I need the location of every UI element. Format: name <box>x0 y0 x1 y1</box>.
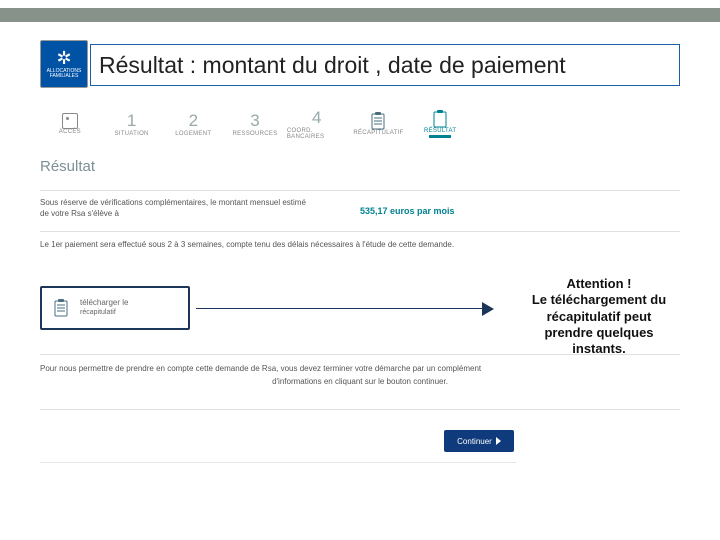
caf-logo: ✲ ALLOCATIONS FAMILIALES <box>40 40 88 88</box>
attention-line: Attention ! <box>506 276 692 292</box>
attention-line: prendre quelques <box>506 325 692 341</box>
callout-arrow-line <box>196 308 484 309</box>
result-row-payment-delay: Le 1er paiement sera effectué sous 2 à 3… <box>40 236 680 253</box>
step-number: 1 <box>127 111 136 131</box>
step-3: 3 RESSOURCES <box>225 102 285 146</box>
download-recap-button[interactable]: télécharger le récapitulatif <box>40 286 190 330</box>
callout-arrow-head-icon <box>482 302 494 316</box>
logo-emblem-icon: ✲ <box>56 49 71 67</box>
continue-instruction-block: Pour nous permettre de prendre en compte… <box>40 354 680 410</box>
step-2: 2 LOGEMENT <box>163 102 223 146</box>
step-number: 4 <box>312 108 321 128</box>
page-title: Résultat : montant du droit , date de pa… <box>99 52 566 79</box>
step-label: ACCÈS <box>59 129 81 135</box>
step-recap: RÉCAPITULATIF <box>349 102 409 146</box>
step-number: 3 <box>250 111 259 131</box>
step-label: RÉCAPITULATIF <box>353 130 403 136</box>
active-step-underline <box>429 135 451 138</box>
download-label: télécharger le récapitulatif <box>80 299 128 317</box>
page-title-box: Résultat : montant du droit , date de pa… <box>90 44 680 86</box>
attention-callout: Attention ! Le téléchargement du récapit… <box>506 276 692 357</box>
stepper: ACCÈS 1 SITUATION 2 LOGEMENT 3 RESSOURCE… <box>40 102 470 146</box>
download-line2: récapitulatif <box>80 309 116 316</box>
attention-line: Le téléchargement du <box>506 292 692 308</box>
clipboard-icon <box>370 112 386 130</box>
section-heading: Résultat <box>40 158 95 175</box>
top-accent-bar <box>0 8 720 22</box>
continue-text-line: Pour nous permettre de prendre en compte… <box>40 364 481 373</box>
step-label: RESSOURCES <box>233 131 278 137</box>
step-4: 4 COORD. BANCAIRES <box>287 102 347 146</box>
step-result: RÉSULTAT <box>410 102 470 146</box>
continue-text-line: d'informations en cliquant sur le bouton… <box>40 376 680 387</box>
step-1: 1 SITUATION <box>102 102 162 146</box>
step-label: RÉSULTAT <box>424 128 456 134</box>
continue-button[interactable]: Continuer <box>444 430 514 452</box>
divider <box>40 462 516 463</box>
step-acces: ACCÈS <box>40 102 100 146</box>
step-label: LOGEMENT <box>175 131 211 137</box>
clipboard-icon <box>432 110 448 128</box>
continue-label: Continuer <box>457 437 492 446</box>
step-number: 2 <box>189 111 198 131</box>
chevron-right-icon <box>496 437 501 445</box>
logo-text: ALLOCATIONS FAMILIALES <box>41 69 87 79</box>
download-line1: télécharger le <box>80 298 128 307</box>
access-card-icon <box>62 113 78 129</box>
clipboard-icon <box>48 293 74 323</box>
amount-value: 535,17 euros par mois <box>360 206 455 216</box>
step-label: COORD. BANCAIRES <box>287 128 347 140</box>
step-label: SITUATION <box>114 131 148 137</box>
attention-line: récapitulatif peut <box>506 309 692 325</box>
